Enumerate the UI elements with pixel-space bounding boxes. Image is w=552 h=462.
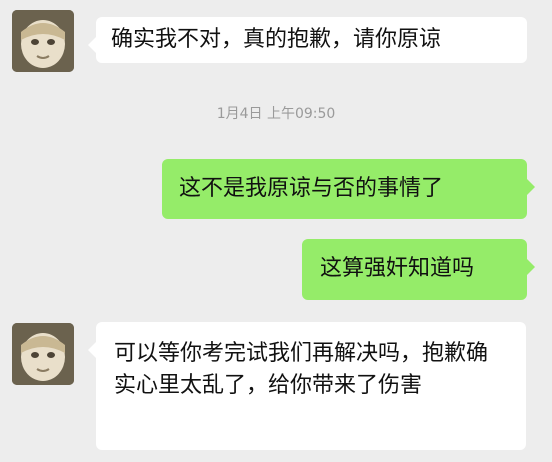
contact-avatar[interactable] [12, 323, 74, 385]
contact-avatar[interactable] [12, 10, 74, 72]
message-bubble-incoming[interactable]: 确实我不对，真的抱歉，请你原谅 [88, 17, 527, 63]
chat-window: 确实我不对，真的抱歉，请你原谅 1月4日 上午09:50 这不是我原谅与否的事情… [0, 0, 552, 462]
message-bubble-incoming[interactable]: 可以等你考完试我们再解决吗，抱歉确实心里太乱了，给你带来了伤害 [88, 322, 526, 450]
message-text: 确实我不对，真的抱歉，请你原谅 [111, 27, 442, 52]
message-timestamp: 1月4日 上午09:50 [216, 106, 336, 122]
avatar-image [12, 10, 74, 72]
avatar-image [12, 323, 74, 385]
message-text: 可以等你考完试我们再解决吗，抱歉确实心里太乱了，给你带来了伤害 [114, 341, 489, 398]
message-bubble-outgoing[interactable]: 这不是我原谅与否的事情了 [162, 159, 535, 219]
message-text: 这算强奸知道吗 [320, 256, 475, 281]
message-text: 这不是我原谅与否的事情了 [179, 176, 444, 201]
message-bubble-outgoing[interactable]: 这算强奸知道吗 [302, 239, 535, 300]
